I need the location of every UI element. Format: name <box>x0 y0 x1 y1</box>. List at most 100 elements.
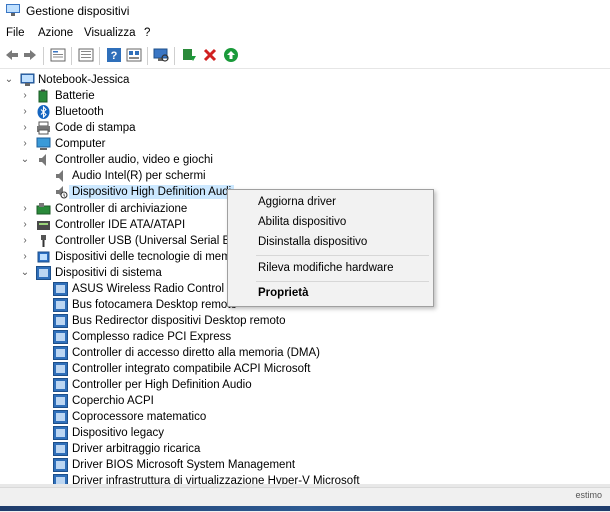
system-device-icon <box>53 298 68 312</box>
window-title: Gestione dispositivi <box>26 4 130 18</box>
tree-item-label: Controller per High Definition Audio <box>72 379 252 391</box>
chevron-down-icon[interactable]: ⌄ <box>20 152 30 168</box>
bluetooth-icon <box>37 105 50 119</box>
tree-item-system-child[interactable]: Controller di accesso diretto alla memor… <box>0 345 400 361</box>
speaker-icon <box>56 170 63 182</box>
menu-item-proprieta[interactable]: Proprietà <box>258 287 309 299</box>
tree-item-label: Controller audio, video e giochi <box>55 154 213 166</box>
system-device-icon <box>53 410 68 424</box>
status-text: estimo <box>575 490 602 500</box>
update-driver-icon[interactable] <box>181 47 197 63</box>
tree-item-label: Dispositivo legacy <box>72 427 165 439</box>
tree-item-label: Dispositivo High Definition Audi <box>69 185 235 199</box>
system-device-icon <box>53 442 68 456</box>
chevron-right-icon[interactable]: › <box>20 249 30 265</box>
system-device-icon <box>53 282 68 296</box>
system-device-icon <box>53 314 68 328</box>
battery-icon <box>38 89 48 103</box>
tree-item-label: Bus Redirector dispositivi Desktop remot… <box>72 315 286 327</box>
computer-icon <box>20 73 35 86</box>
tree-item-label: Controller USB (Universal Serial Bus) <box>55 235 247 247</box>
tree-item-label: Batterie <box>55 90 95 102</box>
tree-item-system-child[interactable]: Coperchio ACPI <box>0 393 400 409</box>
tree-item-label: Bus fotocamera Desktop remoto <box>72 299 237 311</box>
system-device-icon <box>53 330 68 344</box>
tree-item-system-child[interactable]: Controller integrato compatibile ACPI Mi… <box>0 361 400 377</box>
computer-icon <box>36 137 51 150</box>
speaker-icon <box>39 154 46 166</box>
chevron-right-icon[interactable]: › <box>20 201 30 217</box>
device-manager-icon <box>6 4 20 16</box>
speaker-disabled-icon <box>56 186 68 199</box>
system-device-icon <box>53 346 68 360</box>
tree-item-system-child[interactable]: Complesso radice PCI Express <box>0 329 400 345</box>
menu-item-rileva-modifiche[interactable]: Rileva modifiche hardware <box>258 262 394 274</box>
scan-hardware-icon[interactable] <box>153 47 169 63</box>
chevron-right-icon[interactable]: › <box>20 88 30 104</box>
tree-item-controller-audio[interactable]: ⌄ Controller audio, video e giochi <box>0 152 300 168</box>
chevron-down-icon[interactable]: ⌄ <box>4 72 14 88</box>
tree-item-code-di-stampa[interactable]: › Code di stampa <box>0 120 300 136</box>
tree-item-system-child[interactable]: Driver arbitraggio ricarica <box>0 441 400 457</box>
chevron-right-icon[interactable]: › <box>20 136 30 152</box>
tree-item-label: ASUS Wireless Radio Control <box>72 283 225 295</box>
toolbar: ? <box>0 44 610 69</box>
menu-visualizza[interactable]: Visualizza <box>84 27 136 39</box>
show-hidden-icon[interactable] <box>126 47 142 63</box>
system-device-icon <box>53 394 68 408</box>
tree-item-system-child[interactable]: Controller per High Definition Audio <box>0 377 400 393</box>
enable-device-icon[interactable] <box>223 47 239 63</box>
tree-item-label: Driver arbitraggio ricarica <box>72 443 201 455</box>
tree-item-batterie[interactable]: › Batterie <box>0 88 300 104</box>
uninstall-icon[interactable] <box>202 47 218 63</box>
tree-item-label: Coperchio ACPI <box>72 395 154 407</box>
tree-item-audio-intel[interactable]: Audio Intel(R) per schermi <box>0 168 300 184</box>
menu-file[interactable]: File <box>6 27 25 39</box>
menu-separator <box>256 255 429 256</box>
tree-item-label: Complesso radice PCI Express <box>72 331 232 343</box>
menu-separator <box>256 281 429 282</box>
tree-root[interactable]: ⌄ Notebook-Jessica <box>0 72 300 88</box>
menu-item-disinstalla-dispositivo[interactable]: Disinstalla dispositivo <box>258 236 367 248</box>
tree-item-label: Controller di archiviazione <box>55 203 188 215</box>
view-icon[interactable] <box>78 47 94 63</box>
tree-item-label: Controller di accesso diretto alla memor… <box>72 347 320 359</box>
forward-arrow-icon[interactable] <box>22 47 38 63</box>
chevron-right-icon[interactable]: › <box>20 233 30 249</box>
tree-item-label: Audio Intel(R) per schermi <box>72 170 206 182</box>
system-device-icon <box>53 378 68 392</box>
menu-help[interactable]: ? <box>144 27 150 39</box>
system-device-icon <box>53 458 68 472</box>
chevron-down-icon[interactable]: ⌄ <box>20 265 30 281</box>
tree-item-system-child[interactable]: Bus Redirector dispositivi Desktop remot… <box>0 313 400 329</box>
title-bar: Gestione dispositivi <box>0 0 610 22</box>
chevron-right-icon[interactable]: › <box>20 104 30 120</box>
menu-item-aggiorna-driver[interactable]: Aggiorna driver <box>258 196 336 208</box>
tree-root-label: Notebook-Jessica <box>38 74 130 86</box>
usb-icon <box>41 235 46 247</box>
tree-item-bluetooth[interactable]: › Bluetooth <box>0 104 300 120</box>
menu-bar: File Azione Visualizza ? <box>0 24 610 43</box>
properties-icon[interactable] <box>50 47 66 63</box>
tree-item-label: Controller IDE ATA/ATAPI <box>55 219 186 231</box>
system-device-icon <box>53 426 68 440</box>
printer-icon <box>37 121 50 135</box>
taskbar-strip <box>0 506 610 511</box>
storage-controller-icon <box>36 203 51 215</box>
tree-item-computer[interactable]: › Computer <box>0 136 300 152</box>
back-arrow-icon[interactable] <box>4 47 20 63</box>
menu-azione[interactable]: Azione <box>38 27 73 39</box>
system-device-icon <box>36 266 51 280</box>
tree-item-label: Bluetooth <box>55 106 104 118</box>
chevron-right-icon[interactable]: › <box>20 120 30 136</box>
tree-item-system-child[interactable]: Dispositivo legacy <box>0 425 400 441</box>
help-icon[interactable]: ? <box>106 47 122 63</box>
tree-item-label: Driver BIOS Microsoft System Management <box>72 459 296 471</box>
chevron-right-icon[interactable]: › <box>20 217 30 233</box>
tree-item-label: Coprocessore matematico <box>72 411 207 423</box>
tree-item-system-child[interactable]: Driver BIOS Microsoft System Management <box>0 457 400 473</box>
tree-item-label: Computer <box>55 138 106 150</box>
ide-controller-icon <box>37 221 50 230</box>
menu-item-abilita-dispositivo[interactable]: Abilita dispositivo <box>258 216 346 228</box>
tree-item-system-child[interactable]: Coprocessore matematico <box>0 409 400 425</box>
